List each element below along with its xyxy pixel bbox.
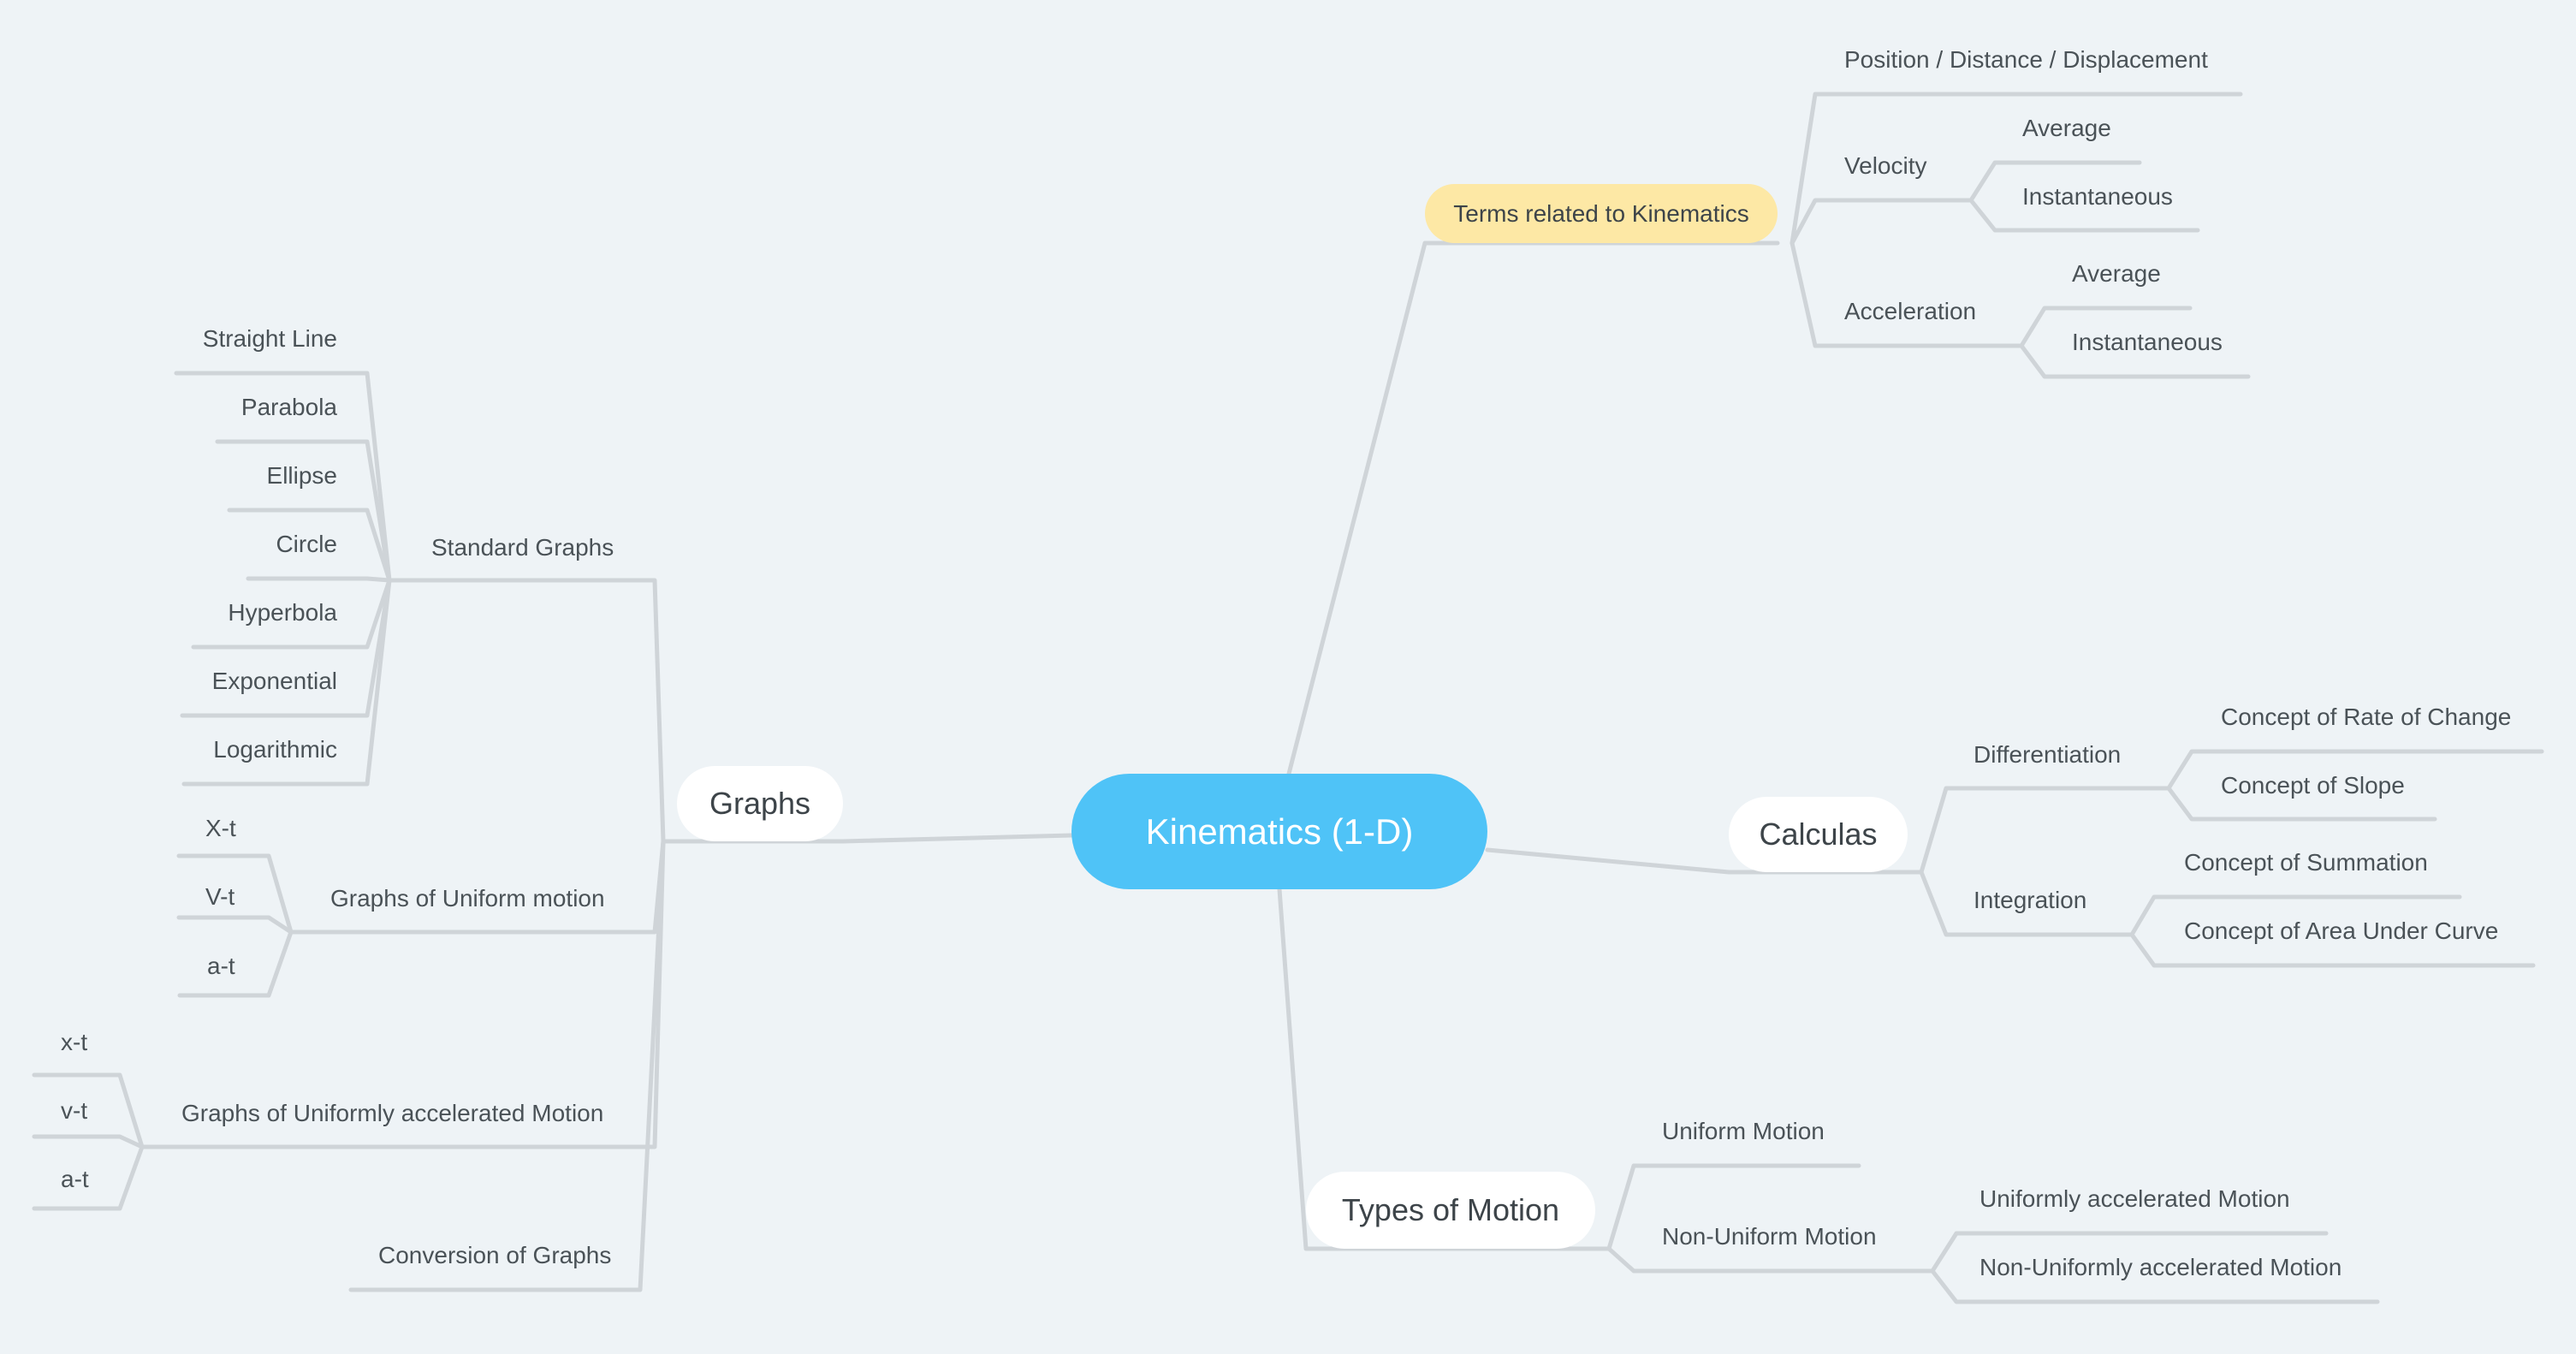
calculas-node[interactable]: Calculas — [1729, 797, 1908, 872]
standard-straight-line[interactable]: Straight Line — [203, 325, 337, 353]
link-graphs-standard — [387, 578, 666, 844]
acceleration-instantaneous[interactable]: Instantaneous — [2072, 329, 2223, 356]
acceleration-average[interactable]: Average — [2072, 260, 2161, 288]
calculas-integration[interactable]: Integration — [1974, 887, 2086, 914]
standard-logarithmic[interactable]: Logarithmic — [213, 736, 337, 763]
accelerated-x-t[interactable]: x-t — [61, 1029, 87, 1056]
accelerated-v-t[interactable]: v-t — [61, 1097, 87, 1125]
uniform-v-t[interactable]: V-t — [205, 883, 234, 911]
int-area-under-curve[interactable]: Concept of Area Under Curve — [2184, 918, 2498, 945]
terms-position[interactable]: Position / Distance / Displacement — [1844, 46, 2208, 74]
graphs-node[interactable]: Graphs — [677, 766, 843, 841]
standard-parabola[interactable]: Parabola — [241, 394, 337, 421]
types-of-motion-node[interactable]: Types of Motion — [1306, 1172, 1595, 1249]
standard-circle[interactable]: Circle — [276, 531, 337, 558]
graphs-conversion[interactable]: Conversion of Graphs — [378, 1242, 611, 1269]
uniform-x-t[interactable]: X-t — [205, 815, 236, 842]
velocity-average[interactable]: Average — [2022, 115, 2111, 142]
root-node[interactable]: Kinematics (1-D) — [1071, 774, 1487, 889]
velocity-instantaneous[interactable]: Instantaneous — [2022, 183, 2173, 211]
link-types-nonuniform — [1606, 1246, 1935, 1274]
link-calculas-differentiation — [1919, 786, 2171, 875]
graphs-standard[interactable]: Standard Graphs — [431, 534, 614, 561]
graphs-uniformly-accelerated[interactable]: Graphs of Uniformly accelerated Motion — [181, 1100, 603, 1127]
types-non-uniform[interactable]: Non-Uniform Motion — [1662, 1223, 1877, 1250]
calculas-differentiation[interactable]: Differentiation — [1974, 741, 2121, 769]
types-uniform[interactable]: Uniform Motion — [1662, 1118, 1825, 1145]
accelerated-a-t[interactable]: a-t — [61, 1166, 89, 1193]
connector-lines — [32, 92, 2544, 1304]
standard-hyperbola[interactable]: Hyperbola — [228, 599, 337, 627]
terms-acceleration[interactable]: Acceleration — [1844, 298, 1976, 325]
nonuniform-uniformly-accelerated[interactable]: Uniformly accelerated Motion — [1979, 1185, 2290, 1213]
nonuniform-non-uniformly-accelerated[interactable]: Non-Uniformly accelerated Motion — [1979, 1254, 2342, 1281]
diff-rate-of-change[interactable]: Concept of Rate of Change — [2221, 704, 2511, 731]
uniform-a-t[interactable]: a-t — [207, 953, 235, 980]
link-terms-acceleration — [1790, 241, 2024, 348]
diff-slope[interactable]: Concept of Slope — [2221, 772, 2405, 799]
link-root-terms — [1286, 241, 1780, 776]
standard-ellipse[interactable]: Ellipse — [267, 462, 337, 490]
standard-exponential[interactable]: Exponential — [212, 668, 337, 695]
terms-velocity[interactable]: Velocity — [1844, 152, 1927, 180]
link-terms-velocity — [1790, 198, 1974, 246]
int-summation[interactable]: Concept of Summation — [2184, 849, 2428, 876]
graphs-uniform-motion[interactable]: Graphs of Uniform motion — [330, 885, 605, 912]
terms-node[interactable]: Terms related to Kinematics — [1425, 184, 1778, 243]
